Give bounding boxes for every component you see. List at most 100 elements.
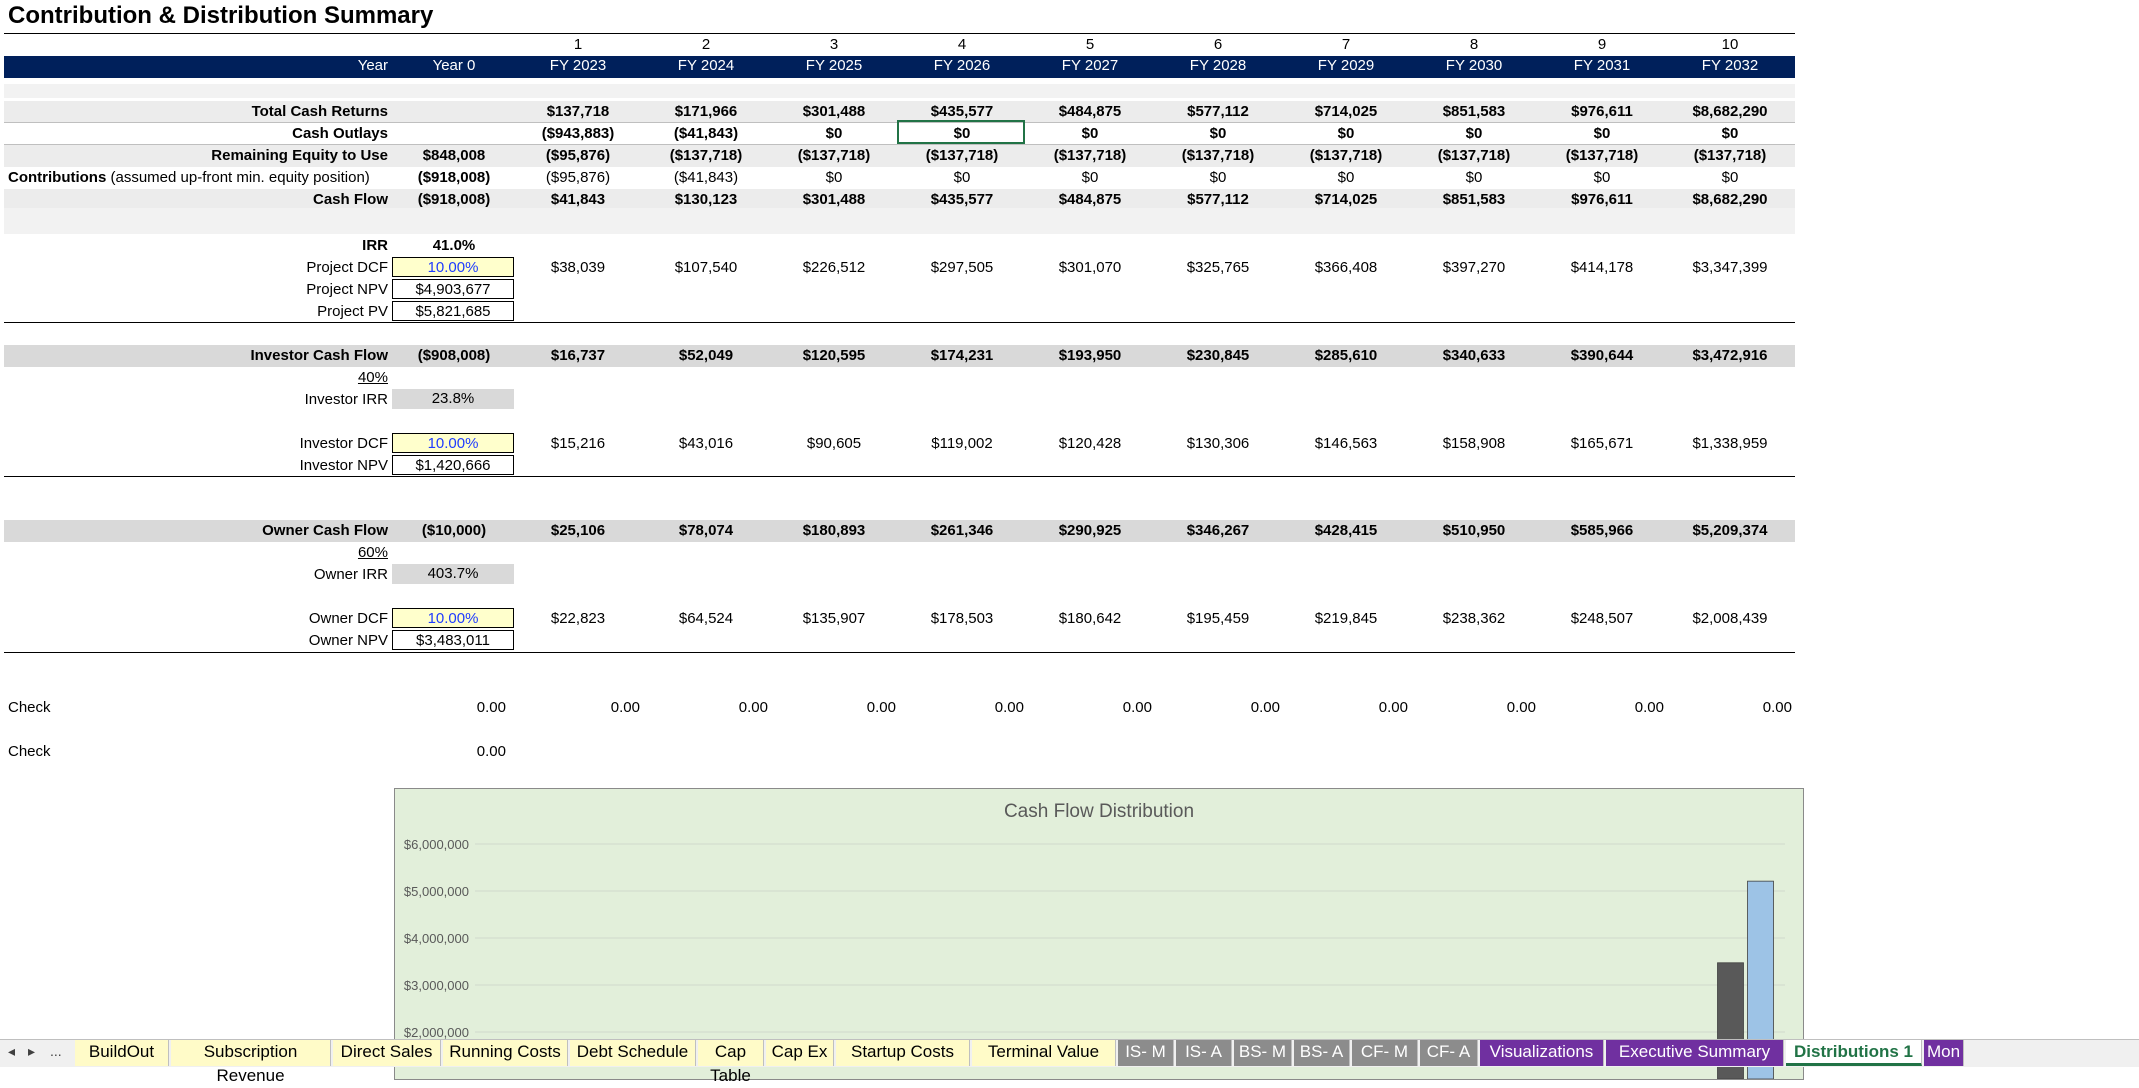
check2-year0[interactable]: 0.00 (392, 743, 506, 760)
owner-cash-flow-year0[interactable]: ($10,000) (392, 522, 516, 539)
investor-cash-flow-value[interactable]: $285,610 (1284, 347, 1408, 364)
remaining-equity-value[interactable]: ($137,718) (1412, 147, 1536, 164)
contributions-value[interactable]: $0 (1540, 169, 1664, 186)
owner-dcf-value[interactable]: $195,459 (1156, 610, 1280, 627)
investor-dcf-value[interactable]: $43,016 (644, 435, 768, 452)
owner-cash-flow-value[interactable]: $180,893 (772, 522, 896, 539)
total-cash-returns-value[interactable]: $976,611 (1540, 103, 1664, 120)
sheet-tab[interactable]: Subscription Revenue (171, 1040, 331, 1085)
sheet-tab[interactable]: Executive Summary (1606, 1040, 1784, 1066)
investor-cash-flow-value[interactable]: $3,472,916 (1668, 347, 1792, 364)
investor-dcf-rate-input[interactable]: 10.00% (392, 433, 514, 453)
owner-dcf-value[interactable]: $135,907 (772, 610, 896, 627)
remaining-equity-value[interactable]: ($137,718) (772, 147, 896, 164)
cash-flow-value[interactable]: $577,112 (1156, 191, 1280, 208)
total-cash-returns-value[interactable]: $435,577 (900, 103, 1024, 120)
project-dcf-value[interactable]: $226,512 (772, 259, 896, 276)
project-pv-value[interactable]: $5,821,685 (392, 301, 514, 321)
owner-dcf-value[interactable]: $2,008,439 (1668, 610, 1792, 627)
check-value[interactable]: 0.00 (1540, 699, 1664, 716)
investor-share[interactable]: 40% (0, 369, 388, 386)
sheet-tab[interactable]: BuildOut (75, 1040, 169, 1066)
remaining-equity-value[interactable]: ($137,718) (644, 147, 768, 164)
project-dcf-value[interactable]: $325,765 (1156, 259, 1280, 276)
investor-cash-flow-value[interactable]: $230,845 (1156, 347, 1280, 364)
project-dcf-value[interactable]: $366,408 (1284, 259, 1408, 276)
contributions-value[interactable]: $0 (1156, 169, 1280, 186)
cash-flow-value[interactable]: $851,583 (1412, 191, 1536, 208)
sheet-tab[interactable]: Visualizations (1480, 1040, 1604, 1066)
check-value[interactable]: 0.00 (900, 699, 1024, 716)
owner-cash-flow-value[interactable]: $25,106 (516, 522, 640, 539)
investor-dcf-value[interactable]: $130,306 (1156, 435, 1280, 452)
investor-dcf-value[interactable]: $146,563 (1284, 435, 1408, 452)
owner-irr-value[interactable]: 403.7% (392, 564, 514, 584)
total-cash-returns-value[interactable]: $137,718 (516, 103, 640, 120)
contributions-value[interactable]: ($41,843) (644, 169, 768, 186)
sheet-tab[interactable]: CF- M (1352, 1040, 1418, 1066)
owner-dcf-rate-input[interactable]: 10.00% (392, 608, 514, 628)
owner-dcf-value[interactable]: $238,362 (1412, 610, 1536, 627)
cash-flow-value[interactable]: $130,123 (644, 191, 768, 208)
owner-cash-flow-value[interactable]: $261,346 (900, 522, 1024, 539)
project-dcf-rate-input[interactable]: 10.00% (392, 257, 514, 277)
remaining-equity-value[interactable]: ($137,718) (1028, 147, 1152, 164)
total-cash-returns-value[interactable]: $171,966 (644, 103, 768, 120)
sheet-tab[interactable]: IS- A (1176, 1040, 1232, 1066)
investor-dcf-value[interactable]: $1,338,959 (1668, 435, 1792, 452)
sheet-tab[interactable]: Terminal Value (972, 1040, 1116, 1066)
cash-outlays-value[interactable]: ($41,843) (644, 125, 768, 142)
sheet-tab[interactable]: Distributions 1 (1786, 1040, 1922, 1066)
project-dcf-value[interactable]: $38,039 (516, 259, 640, 276)
project-dcf-value[interactable]: $414,178 (1540, 259, 1664, 276)
cash-flow-value[interactable]: $435,577 (900, 191, 1024, 208)
project-dcf-value[interactable]: $107,540 (644, 259, 768, 276)
owner-share[interactable]: 60% (0, 544, 388, 561)
investor-cash-flow-value[interactable]: $120,595 (772, 347, 896, 364)
owner-dcf-value[interactable]: $178,503 (900, 610, 1024, 627)
check-value[interactable]: 0.00 (1668, 699, 1792, 716)
cash-flow-value[interactable]: $484,875 (1028, 191, 1152, 208)
cash-outlays-value[interactable]: $0 (1284, 125, 1408, 142)
check-value[interactable]: 0.00 (644, 699, 768, 716)
sheet-tab[interactable]: Cap Ex (766, 1040, 834, 1066)
remaining-equity-value[interactable]: ($137,718) (1284, 147, 1408, 164)
contributions-value[interactable]: $0 (1028, 169, 1152, 186)
owner-dcf-value[interactable]: $64,524 (644, 610, 768, 627)
owner-cash-flow-value[interactable]: $428,415 (1284, 522, 1408, 539)
sheet-tab[interactable]: Running Costs (443, 1040, 568, 1066)
sheet-tab[interactable]: Cap Table (698, 1040, 764, 1085)
selected-cell[interactable] (897, 120, 1025, 144)
owner-cash-flow-value[interactable]: $346,267 (1156, 522, 1280, 539)
total-cash-returns-value[interactable]: $484,875 (1028, 103, 1152, 120)
cash-flow-value[interactable]: $301,488 (772, 191, 896, 208)
check-value[interactable]: 0.00 (1028, 699, 1152, 716)
remaining-equity-value[interactable]: ($137,718) (1668, 147, 1792, 164)
contributions-value[interactable]: $0 (1668, 169, 1792, 186)
sheet-tab[interactable]: BS- A (1294, 1040, 1350, 1066)
investor-cash-flow-value[interactable]: $390,644 (1540, 347, 1664, 364)
total-cash-returns-value[interactable]: $577,112 (1156, 103, 1280, 120)
cash-outlays-value[interactable]: $0 (1540, 125, 1664, 142)
remaining-equity-year0[interactable]: $848,008 (392, 147, 516, 164)
owner-cash-flow-value[interactable]: $5,209,374 (1668, 522, 1792, 539)
cash-flow-value[interactable]: $8,682,290 (1668, 191, 1792, 208)
owner-dcf-value[interactable]: $180,642 (1028, 610, 1152, 627)
cash-outlays-value[interactable]: $0 (1028, 125, 1152, 142)
sheet-nav-button[interactable]: ... (50, 1043, 62, 1059)
owner-dcf-value[interactable]: $22,823 (516, 610, 640, 627)
investor-dcf-value[interactable]: $119,002 (900, 435, 1024, 452)
investor-cash-flow-value[interactable]: $52,049 (644, 347, 768, 364)
project-dcf-value[interactable]: $297,505 (900, 259, 1024, 276)
contributions-value[interactable]: $0 (772, 169, 896, 186)
sheet-tab[interactable]: BS- M (1234, 1040, 1292, 1066)
contributions-value[interactable]: $0 (900, 169, 1024, 186)
remaining-equity-value[interactable]: ($137,718) (1540, 147, 1664, 164)
sheet-nav-button[interactable]: ▸ (28, 1043, 35, 1060)
remaining-equity-value[interactable]: ($137,718) (900, 147, 1024, 164)
investor-irr-value[interactable]: 23.8% (392, 389, 514, 409)
contributions-value[interactable]: $0 (1412, 169, 1536, 186)
total-cash-returns-value[interactable]: $8,682,290 (1668, 103, 1792, 120)
cash-outlays-value[interactable]: ($943,883) (516, 125, 640, 142)
sheet-tab[interactable]: Mon (1924, 1040, 1964, 1066)
